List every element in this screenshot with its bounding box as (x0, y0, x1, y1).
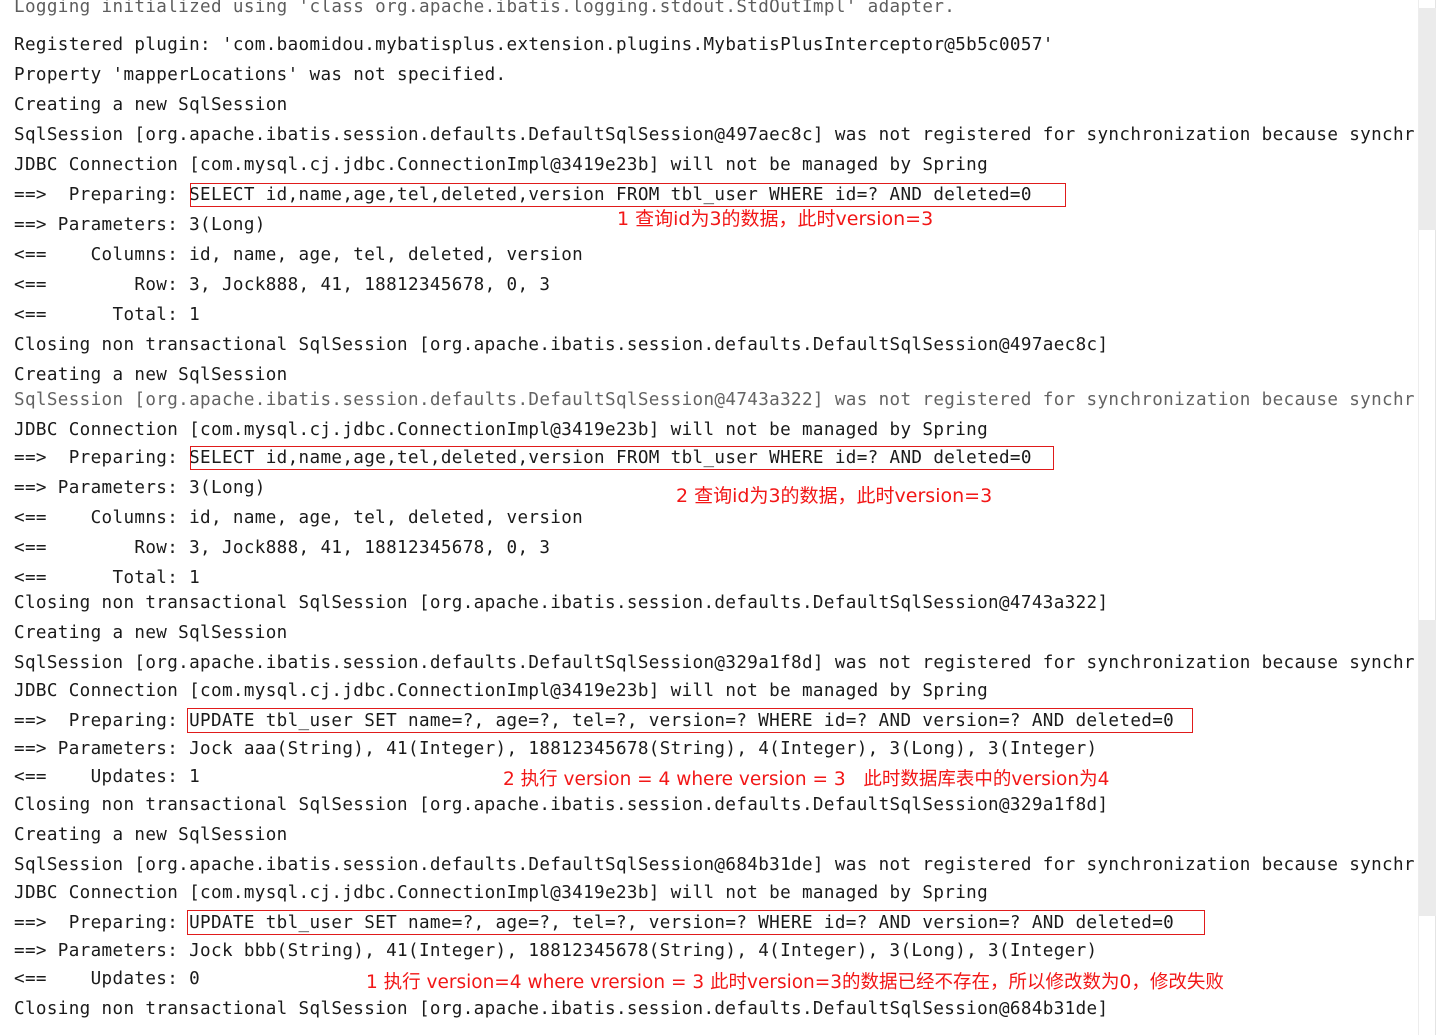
log-line: ==> Parameters: Jock bbb(String), 41(Int… (14, 941, 1098, 961)
log-line: Closing non transactional SqlSession [or… (14, 335, 1109, 355)
log-line: SqlSession [org.apache.ibatis.session.de… (14, 125, 1415, 145)
log-line: SqlSession [org.apache.ibatis.session.de… (14, 390, 1415, 410)
annotation-update-2: 1 执行 version=4 where vrersion = 3 此时vers… (366, 972, 1224, 993)
log-line-sql-preparing: ==> Preparing: SELECT id,name,age,tel,de… (14, 185, 1032, 205)
log-line: Logging initialized using 'class org.apa… (14, 0, 956, 17)
log-line: JDBC Connection [com.mysql.cj.jdbc.Conne… (14, 155, 989, 175)
console-output-panel[interactable]: Logging initialized using 'class org.apa… (0, 0, 1445, 1035)
log-line: <== Columns: id, name, age, tel, deleted… (14, 508, 584, 528)
log-line: Creating a new SqlSession (14, 365, 288, 385)
log-line: JDBC Connection [com.mysql.cj.jdbc.Conne… (14, 681, 989, 701)
log-line: Property 'mapperLocations' was not speci… (14, 65, 507, 85)
scrollbar-thumb-lower[interactable] (1419, 620, 1436, 916)
log-line: <== Total: 1 (14, 568, 201, 588)
log-line: JDBC Connection [com.mysql.cj.jdbc.Conne… (14, 420, 989, 440)
log-line-sql-preparing: ==> Preparing: UPDATE tbl_user SET name=… (14, 711, 1175, 731)
log-line: Creating a new SqlSession (14, 623, 288, 643)
scrollbar-thumb-upper[interactable] (1419, 8, 1436, 230)
log-line: Registered plugin: 'com.baomidou.mybatis… (14, 35, 1054, 55)
log-line: ==> Parameters: Jock aaa(String), 41(Int… (14, 739, 1098, 759)
log-line: Closing non transactional SqlSession [or… (14, 795, 1109, 815)
log-line: <== Updates: 0 (14, 969, 201, 989)
log-line: Creating a new SqlSession (14, 825, 288, 845)
log-line: SqlSession [org.apache.ibatis.session.de… (14, 855, 1415, 875)
annotation-select-2: 2 查询id为3的数据，此时version=3 (676, 485, 993, 507)
annotation-update-1: 2 执行 version = 4 where version = 3 此时数据库… (503, 769, 1110, 790)
log-line: Closing non transactional SqlSession [or… (14, 593, 1109, 613)
annotation-select-1: 1 查询id为3的数据，此时version=3 (617, 208, 934, 230)
log-line: JDBC Connection [com.mysql.cj.jdbc.Conne… (14, 883, 989, 903)
log-line: <== Updates: 1 (14, 767, 201, 787)
log-line-sql-preparing: ==> Preparing: UPDATE tbl_user SET name=… (14, 913, 1175, 933)
log-line: ==> Parameters: 3(Long) (14, 215, 266, 235)
log-line: <== Columns: id, name, age, tel, deleted… (14, 245, 584, 265)
log-line: <== Row: 3, Jock888, 41, 18812345678, 0,… (14, 538, 551, 558)
log-line: SqlSession [org.apache.ibatis.session.de… (14, 653, 1415, 673)
log-line: ==> Parameters: 3(Long) (14, 478, 266, 498)
log-line-sql-preparing: ==> Preparing: SELECT id,name,age,tel,de… (14, 448, 1032, 468)
log-line: Closing non transactional SqlSession [or… (14, 999, 1109, 1019)
log-line: <== Row: 3, Jock888, 41, 18812345678, 0,… (14, 275, 551, 295)
log-line: <== Total: 1 (14, 305, 201, 325)
log-line: Creating a new SqlSession (14, 95, 288, 115)
